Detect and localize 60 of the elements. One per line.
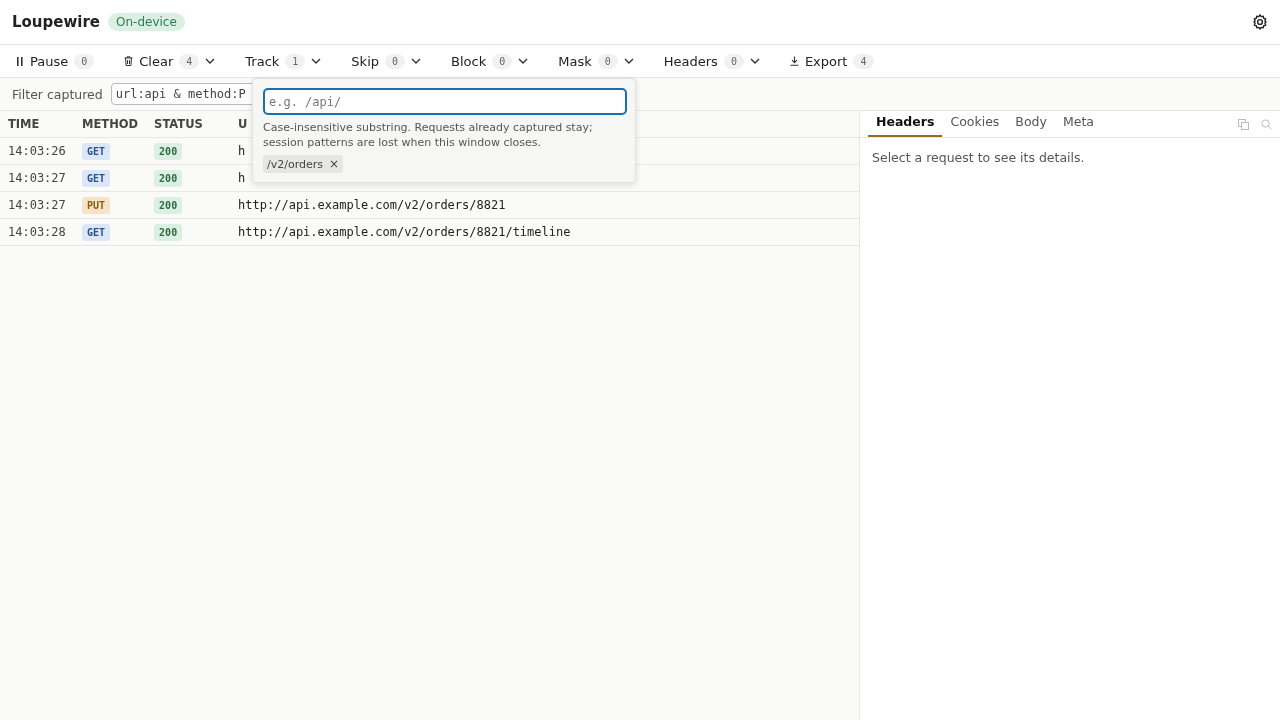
- url-cell: http://api.example.com/v2/orders/8821: [238, 198, 506, 212]
- column-header: U: [238, 117, 248, 131]
- method-badge: GET: [82, 224, 111, 241]
- url-cell: h: [238, 171, 246, 185]
- app-title: Loupewire: [12, 13, 101, 31]
- count-badge: 1: [285, 53, 306, 69]
- toolbar-button[interactable]: Block 0: [447, 53, 533, 69]
- column-header: METHOD: [82, 117, 139, 131]
- count-badge: 0: [74, 53, 95, 69]
- caret-icon: [411, 58, 422, 64]
- copy-icon[interactable]: [1238, 118, 1249, 130]
- caret-icon: [623, 58, 634, 64]
- time-cell: 14:03:27: [8, 171, 66, 185]
- search-icon[interactable]: [1261, 118, 1272, 130]
- detail-tab[interactable]: Meta: [1054, 114, 1102, 137]
- status-badge: 200: [154, 170, 183, 187]
- caret-icon: [749, 58, 760, 64]
- url-cell: h: [238, 144, 246, 158]
- caret-icon: [205, 58, 216, 64]
- count-badge: 0: [723, 53, 744, 69]
- pause-icon: [16, 56, 24, 66]
- url-cell: http://api.example.com/v2/orders/8821/timeline: [238, 225, 571, 239]
- time-cell: 14:03:26: [8, 144, 66, 158]
- status-badge: 200: [154, 224, 183, 241]
- remove-button[interactable]: ×: [329, 157, 340, 171]
- caret-icon: [518, 58, 529, 64]
- method-badge: GET: [82, 143, 111, 160]
- detail-tab[interactable]: Body: [1007, 114, 1055, 137]
- hint-text: Case-insensitive substring. Requests already captured stay; session patterns are lost when this window closes.: [263, 120, 594, 150]
- toolbar-button[interactable]: Headers 0: [659, 53, 764, 69]
- pattern-field[interactable]: e.g. /api/: [263, 88, 627, 115]
- method-badge: GET: [82, 170, 111, 187]
- detail-tab[interactable]: Cookies: [942, 114, 1008, 137]
- settings-icon[interactable]: [1252, 14, 1268, 30]
- trash-icon: [124, 56, 134, 66]
- time-cell: 14:03:27: [8, 198, 66, 212]
- filter-label: Filter captured: [12, 86, 103, 102]
- count-badge: 0: [597, 53, 618, 69]
- toolbar-button[interactable]: Export 4: [785, 53, 878, 69]
- detail-tab[interactable]: Headers: [868, 114, 943, 137]
- toolbar-button[interactable]: Clear 4: [120, 53, 220, 69]
- toolbar-button[interactable]: Track 1: [241, 53, 326, 69]
- status-badge: 200: [154, 197, 183, 214]
- download-icon: [789, 56, 799, 66]
- count-badge: 4: [179, 53, 200, 69]
- method-badge: PUT: [82, 197, 111, 214]
- toolbar-button[interactable]: Mask 0: [554, 53, 638, 69]
- column-header: TIME: [8, 117, 40, 131]
- count-badge: 4: [853, 53, 874, 69]
- status-badge: On-device: [108, 13, 185, 31]
- toolbar-button[interactable]: Skip 0: [347, 53, 426, 69]
- time-cell: 14:03:28: [8, 225, 66, 239]
- empty-message: Select a request to see its details.: [871, 149, 1086, 167]
- caret-icon: [311, 58, 322, 64]
- count-badge: 0: [385, 53, 406, 69]
- column-header: STATUS: [154, 117, 203, 131]
- pattern-chip: /v2/orders ×: [263, 155, 344, 173]
- status-badge: 200: [154, 143, 183, 160]
- toolbar-button[interactable]: Pause 0: [12, 53, 99, 69]
- count-badge: 0: [492, 53, 513, 69]
